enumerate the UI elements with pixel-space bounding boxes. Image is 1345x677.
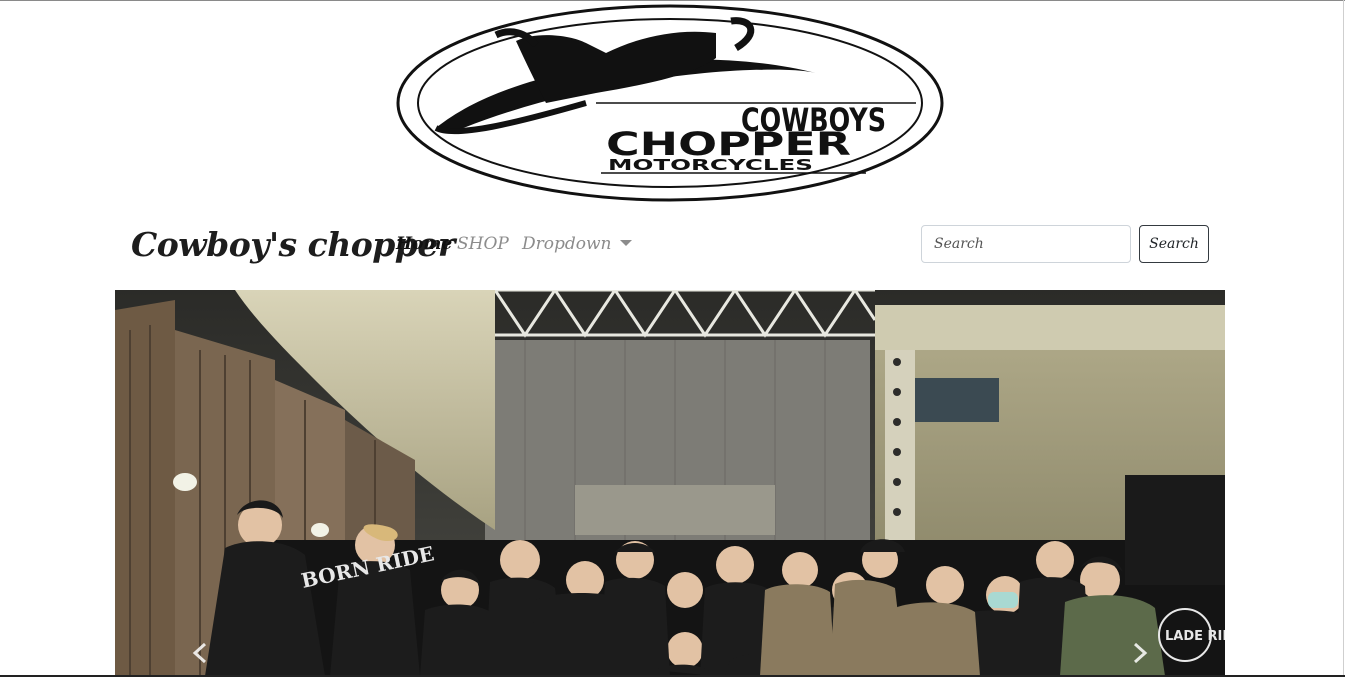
search-button[interactable]: Search bbox=[1139, 225, 1209, 263]
nav-dropdown-label: Dropdown bbox=[522, 234, 612, 254]
top-border bbox=[0, 0, 1345, 1]
chevron-right-icon bbox=[1133, 642, 1148, 664]
carousel-prev-button[interactable] bbox=[170, 630, 230, 676]
cowboys-chopper-logo: COWBOYS CHOPPER MOTORCYCLES bbox=[396, 3, 944, 203]
search-input[interactable] bbox=[921, 225, 1131, 263]
nav-shop[interactable]: SHOP bbox=[457, 232, 509, 256]
caret-down-icon bbox=[619, 239, 632, 246]
main-navbar: Cowboy's chopper Home SHOP Dropdown Sear… bbox=[115, 222, 1225, 268]
svg-text:LADE RIDER: LADE RIDER bbox=[1165, 629, 1225, 644]
group-photo: BORN RIDE LADE RIDER bbox=[115, 290, 1225, 676]
hero-carousel: BORN RIDE LADE RIDER bbox=[115, 290, 1225, 676]
chevron-left-icon bbox=[192, 642, 207, 664]
page-edge bbox=[1343, 0, 1344, 677]
nav-home[interactable]: Home bbox=[396, 232, 452, 256]
carousel-next-button[interactable] bbox=[1110, 630, 1170, 676]
logo-line3: MOTORCYCLES bbox=[608, 156, 813, 174]
nav-dropdown-toggle[interactable]: Dropdown bbox=[522, 232, 632, 256]
